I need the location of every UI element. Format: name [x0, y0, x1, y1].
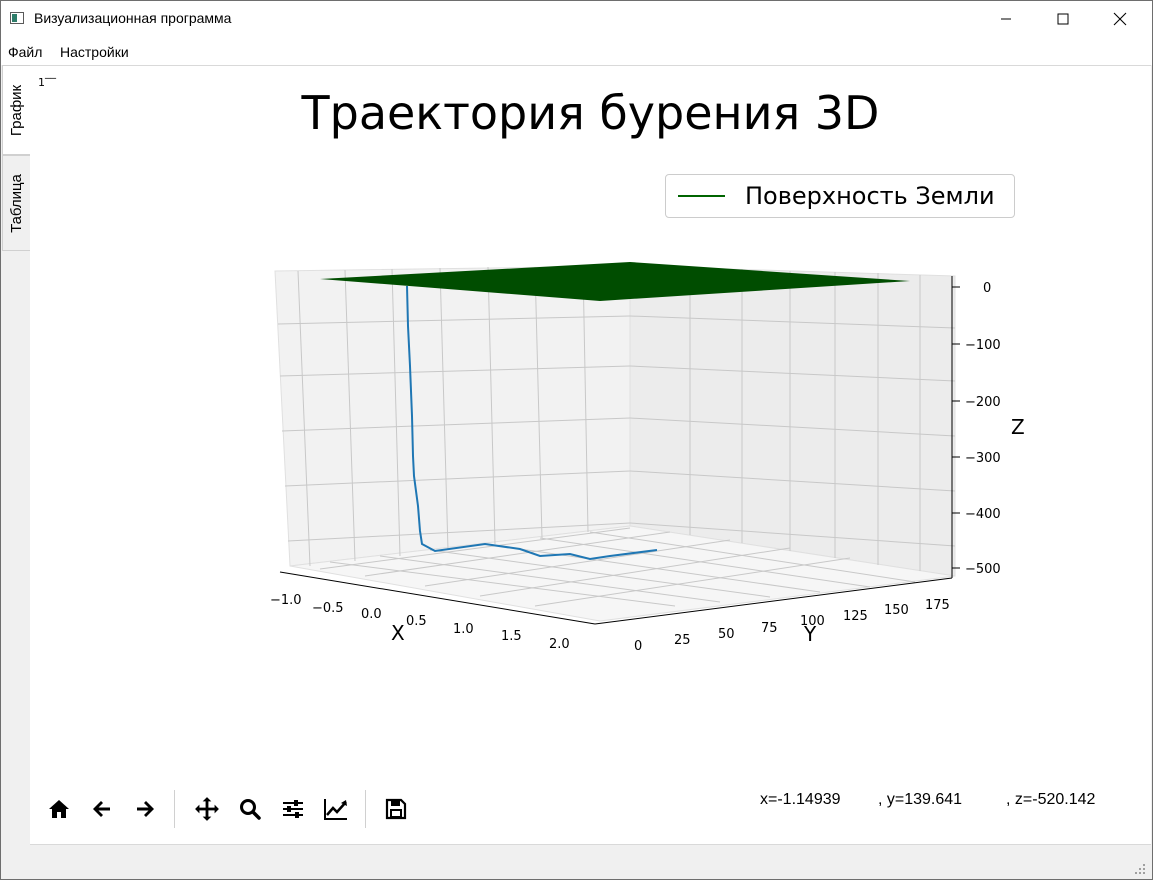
pan-icon	[195, 797, 219, 821]
title-bar[interactable]: Визуализационная программа	[1, 1, 1152, 37]
z-axis-label: Z	[1011, 415, 1025, 439]
y-tick-label: 150	[884, 603, 909, 618]
toolbar-separator	[174, 790, 175, 828]
tab-bar: График Таблица	[1, 65, 30, 265]
menu-file[interactable]: Файл	[8, 44, 42, 60]
z-tick-label: −100	[965, 338, 1001, 353]
configure-subplots-icon	[283, 800, 303, 818]
resize-grip-icon[interactable]	[1134, 863, 1146, 875]
minimize-icon	[1001, 18, 1011, 20]
edit-axis-icon	[324, 799, 347, 820]
tab-table[interactable]: Таблица	[2, 155, 30, 251]
navigation-toolbar	[40, 788, 440, 832]
y-tick-label: 25	[674, 633, 691, 648]
z-tick-label: −200	[965, 395, 1001, 410]
coord-y: , y=139.641	[878, 791, 963, 808]
y-tick-label: 175	[925, 598, 950, 613]
y-tick-label: 0	[634, 639, 642, 654]
tab-graph-label: График	[8, 84, 25, 136]
y-tick-label: 125	[843, 609, 868, 624]
app-window: Визуализационная программа Файл Настройк…	[0, 0, 1153, 880]
legend-swatch	[678, 195, 725, 197]
window-title: Визуализационная программа	[34, 10, 232, 26]
close-button[interactable]	[1097, 1, 1143, 37]
x-tick-label: −0.5	[312, 601, 344, 616]
y-tick-label: 75	[761, 621, 778, 636]
legend-label: Поверхность Земли	[745, 182, 995, 210]
plot-3d-axes[interactable]: −1.0 −0.5 0.0 0.5 1.0 1.5 2.0 X 0 25 50 …	[30, 66, 1151, 766]
x-tick-label: 1.5	[501, 629, 522, 644]
x-axis-label: X	[391, 621, 405, 645]
maximize-button[interactable]	[1040, 1, 1086, 37]
home-icon	[49, 800, 69, 818]
x-tick-label: 1.0	[453, 622, 474, 637]
tab-graph[interactable]: График	[2, 65, 30, 155]
zoom-icon	[240, 799, 261, 820]
zoom-button[interactable]	[231, 790, 269, 828]
save-button[interactable]	[377, 790, 415, 828]
coord-z: , z=-520.142	[1006, 791, 1096, 808]
plot-legend: Поверхность Земли	[665, 174, 1015, 218]
status-bar	[1, 846, 1152, 879]
y-axis-label: Y	[803, 622, 817, 646]
back-arrow-icon	[93, 801, 110, 817]
back-pane-left	[274, 265, 631, 567]
z-tick-label: −400	[965, 507, 1001, 522]
forward-arrow-icon	[137, 801, 154, 817]
y-tick-label: 50	[718, 627, 735, 642]
x-tick-label: 0.5	[406, 614, 427, 629]
app-window-icon	[10, 12, 24, 24]
save-icon	[385, 798, 407, 820]
back-button[interactable]	[83, 790, 121, 828]
x-tick-label: −1.0	[270, 593, 302, 608]
coord-x: x=-1.14939	[760, 791, 841, 808]
menu-bar: Файл Настройки	[1, 37, 1152, 65]
pan-button[interactable]	[188, 790, 226, 828]
forward-button[interactable]	[126, 790, 164, 828]
z-tick-label: 0	[983, 281, 991, 296]
x-tick-label: 2.0	[549, 637, 570, 652]
minimize-button[interactable]	[983, 1, 1029, 37]
configure-subplots-button[interactable]	[274, 790, 312, 828]
close-icon	[1113, 12, 1127, 26]
tab-table-label: Таблица	[8, 173, 26, 233]
edit-axis-button[interactable]	[317, 790, 355, 828]
plot-canvas[interactable]: 1‾‾ Траектория бурения 3D −1.0 −0.5 0.0 …	[30, 65, 1151, 845]
maximize-icon	[1057, 13, 1069, 25]
z-tick-label: −500	[965, 562, 1001, 577]
toolbar-separator	[365, 790, 366, 828]
x-tick-label: 0.0	[361, 607, 382, 622]
home-button[interactable]	[40, 790, 78, 828]
z-tick-label: −300	[965, 451, 1001, 466]
menu-settings[interactable]: Настройки	[60, 44, 129, 60]
